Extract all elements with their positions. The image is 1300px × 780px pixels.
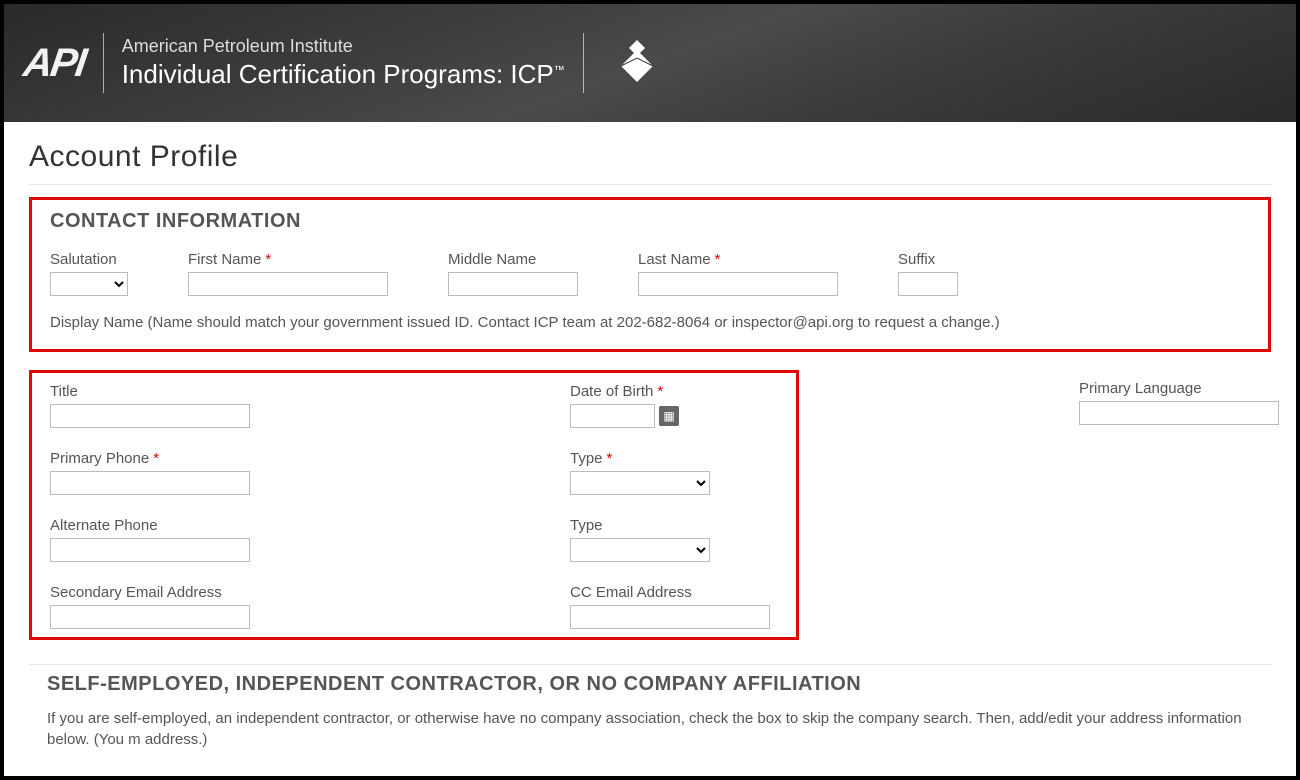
first-name-input[interactable] xyxy=(188,272,388,296)
title-label: Title xyxy=(50,383,570,400)
middle-name-label: Middle Name xyxy=(448,251,578,268)
dob-input[interactable] xyxy=(570,404,655,428)
last-name-input[interactable] xyxy=(638,272,838,296)
required-icon: * xyxy=(265,251,271,268)
secondary-email-label: Secondary Email Address xyxy=(50,584,570,601)
primary-language-label: Primary Language xyxy=(1079,380,1279,397)
first-name-label: First Name* xyxy=(188,251,388,268)
header-title: Individual Certification Programs: ICP™ xyxy=(122,59,565,90)
section-title-contact: CONTACT INFORMATION xyxy=(50,210,1250,233)
divider xyxy=(29,184,1271,185)
cc-email-label: CC Email Address xyxy=(570,584,810,601)
required-icon: * xyxy=(607,450,613,467)
required-icon: * xyxy=(657,383,663,400)
alternate-phone-type-select[interactable] xyxy=(570,538,710,562)
phone-type-label: Type* xyxy=(570,450,810,467)
last-name-label-text: Last Name xyxy=(638,251,711,268)
cc-email-input[interactable] xyxy=(570,605,770,629)
salutation-select[interactable] xyxy=(50,272,128,296)
divider xyxy=(103,33,104,93)
details-section: Title Date of Birth* ▦ Primary Phone* xyxy=(29,370,799,640)
suffix-label: Suffix xyxy=(898,251,958,268)
first-name-label-text: First Name xyxy=(188,251,261,268)
primary-phone-label-text: Primary Phone xyxy=(50,450,149,467)
primary-phone-type-select[interactable] xyxy=(570,471,710,495)
phone-type-label-text: Type xyxy=(570,450,603,467)
divider xyxy=(583,33,584,93)
display-name-help: Display Name (Name should match your gov… xyxy=(50,314,1250,331)
contact-information-section: CONTACT INFORMATION Salutation First Nam… xyxy=(29,197,1271,352)
salutation-label: Salutation xyxy=(50,251,128,268)
api-logo: API xyxy=(21,43,87,83)
alt-phone-type-label: Type xyxy=(570,517,810,534)
suffix-input[interactable] xyxy=(898,272,958,296)
trademark: ™ xyxy=(554,64,565,76)
app-header: API American Petroleum Institute Individ… xyxy=(4,4,1296,122)
primary-phone-label: Primary Phone* xyxy=(50,450,570,467)
divider xyxy=(29,664,1271,665)
calendar-icon[interactable]: ▦ xyxy=(659,406,679,426)
required-icon: * xyxy=(153,450,159,467)
header-subtitle: American Petroleum Institute xyxy=(122,36,565,57)
alternate-phone-label: Alternate Phone xyxy=(50,517,570,534)
alternate-phone-input[interactable] xyxy=(50,538,250,562)
diamond-icon xyxy=(612,38,662,88)
last-name-label: Last Name* xyxy=(638,251,838,268)
secondary-email-input[interactable] xyxy=(50,605,250,629)
primary-phone-input[interactable] xyxy=(50,471,250,495)
dob-label: Date of Birth* xyxy=(570,383,810,400)
required-icon: * xyxy=(715,251,721,268)
header-text: American Petroleum Institute Individual … xyxy=(122,36,565,90)
title-input[interactable] xyxy=(50,404,250,428)
header-title-text: Individual Certification Programs: ICP xyxy=(122,59,554,89)
dob-label-text: Date of Birth xyxy=(570,383,653,400)
section-title-self-employed: SELF-EMPLOYED, INDEPENDENT CONTRACTOR, O… xyxy=(47,673,1253,696)
middle-name-input[interactable] xyxy=(448,272,578,296)
primary-language-input[interactable] xyxy=(1079,401,1279,425)
self-employed-desc: If you are self-employed, an independent… xyxy=(47,708,1253,750)
page-title: Account Profile xyxy=(29,140,1271,174)
